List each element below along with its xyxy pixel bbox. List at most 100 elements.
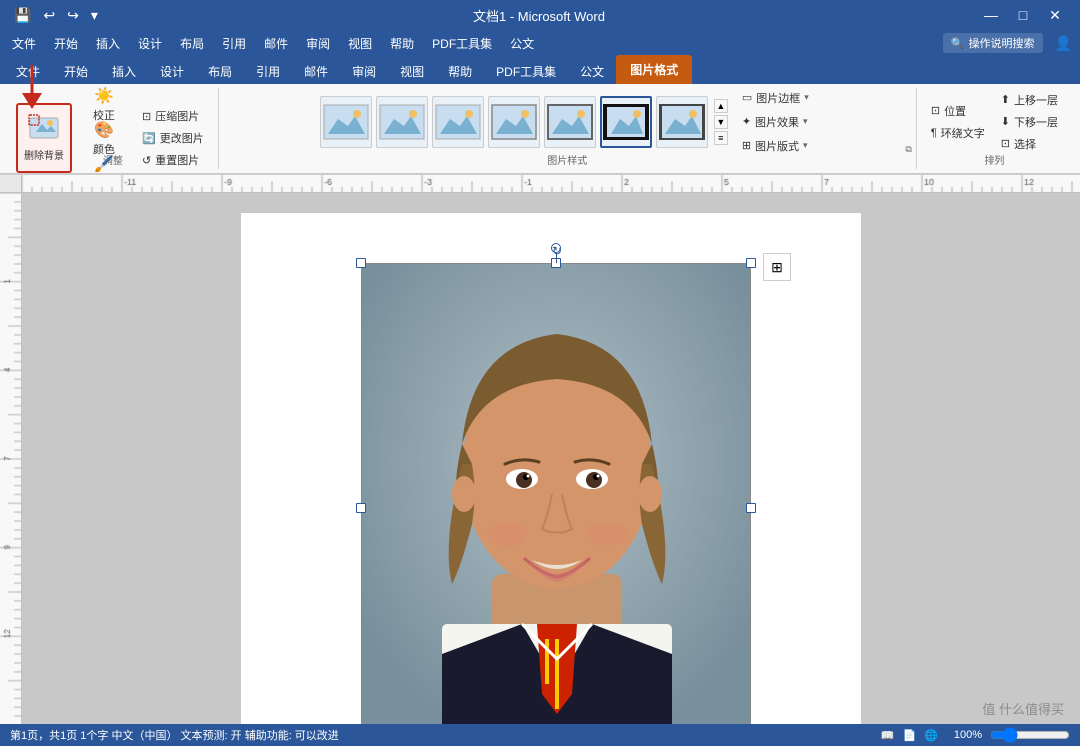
- window-controls: — □ ✕: [976, 5, 1070, 25]
- close-button[interactable]: ✕: [1040, 5, 1070, 25]
- bring-forward-button[interactable]: ⬆ 上移一层: [995, 90, 1064, 110]
- change-pic-label: 更改图片: [160, 130, 204, 146]
- layout-options-icon[interactable]: ⊞: [763, 253, 791, 281]
- menu-layout[interactable]: 布局: [172, 33, 212, 54]
- undo-button[interactable]: ↩: [39, 5, 59, 26]
- corrections-button[interactable]: ☀️ 校正: [76, 88, 132, 120]
- customize-qa-button[interactable]: ▾: [87, 5, 102, 26]
- view-reading[interactable]: 📖: [881, 729, 895, 742]
- compress-label: 压缩图片: [155, 108, 199, 124]
- menu-review[interactable]: 审阅: [298, 33, 338, 54]
- color-button[interactable]: 🎨 颜色: [76, 122, 132, 154]
- layout-icon: ⊞: [742, 139, 751, 152]
- tab-layout[interactable]: 布局: [196, 59, 244, 84]
- bring-forward-icon: ⬆: [1001, 93, 1010, 106]
- tab-picture-format[interactable]: 图片格式: [616, 55, 692, 84]
- pic-style-1[interactable]: [320, 96, 372, 148]
- picture-styles-group: ▲ ▼ ≡ ▭ 图片边框 ▾ ✦ 图片效果 ▾: [219, 88, 917, 169]
- tab-view[interactable]: 视图: [388, 59, 436, 84]
- menu-mailings[interactable]: 邮件: [256, 33, 296, 54]
- compress-picture-button[interactable]: ⊡ 压缩图片: [136, 106, 210, 126]
- position-button[interactable]: ⊡ 位置: [925, 101, 991, 121]
- main-area: ⊞ 值 什么值得买: [0, 193, 1080, 725]
- menu-insert[interactable]: 插入: [88, 33, 128, 54]
- menu-references[interactable]: 引用: [214, 33, 254, 54]
- search-placeholder: 操作说明搜索: [969, 35, 1035, 51]
- tab-official[interactable]: 公文: [568, 59, 616, 84]
- view-web[interactable]: 🌐: [924, 729, 938, 742]
- title-bar: 💾 ↩ ↪ ▾ 文档1 - Microsoft Word — □ ✕: [0, 0, 1080, 30]
- menu-pdf[interactable]: PDF工具集: [424, 33, 500, 54]
- tab-review[interactable]: 审阅: [340, 59, 388, 84]
- tab-pdf[interactable]: PDF工具集: [484, 59, 568, 84]
- tab-mailings[interactable]: 邮件: [292, 59, 340, 84]
- wrap-icon: ¶: [931, 127, 937, 139]
- style-expand[interactable]: ≡: [714, 131, 728, 145]
- window-title: 文档1 - Microsoft Word: [473, 6, 605, 25]
- style-scroll-up[interactable]: ▲: [714, 99, 728, 113]
- watermark: 值 什么值得买: [982, 699, 1064, 718]
- search-icon: 🔍: [951, 37, 965, 50]
- ribbon: 文件 开始 插入 设计 布局 引用 邮件 审阅 视图 帮助 PDF工具集 公文 …: [0, 56, 1080, 175]
- quick-access-toolbar: 💾 ↩ ↪ ▾: [10, 5, 102, 26]
- rotate-handle[interactable]: [551, 243, 561, 253]
- pic-style-dark-border[interactable]: [600, 96, 652, 148]
- menu-official[interactable]: 公文: [502, 33, 542, 54]
- tab-design[interactable]: 设计: [148, 59, 196, 84]
- adjust-small-buttons: ☀️ 校正 🎨 颜色 🖌️ 艺术效果: [76, 88, 132, 188]
- handle-middle-left[interactable]: [356, 503, 366, 513]
- picture-effects-button[interactable]: ✦ 图片效果 ▾: [736, 112, 815, 132]
- remove-bg-icon: [28, 114, 60, 149]
- menu-view[interactable]: 视图: [340, 33, 380, 54]
- pic-style-5[interactable]: [544, 96, 596, 148]
- menu-file[interactable]: 文件: [4, 33, 44, 54]
- save-button[interactable]: 💾: [10, 5, 35, 26]
- menu-design[interactable]: 设计: [130, 33, 170, 54]
- menu-home[interactable]: 开始: [46, 33, 86, 54]
- pic-style-2[interactable]: [376, 96, 428, 148]
- arrange-group-label: 排列: [917, 152, 1072, 167]
- tab-help[interactable]: 帮助: [436, 59, 484, 84]
- send-backward-button[interactable]: ⬇ 下移一层: [995, 112, 1064, 132]
- selection-label: 选择: [1014, 136, 1036, 152]
- handle-middle-right[interactable]: [746, 503, 756, 513]
- status-bar: 第1页，共1页 1个字 中文（中国） 文本预测: 开 辅助功能: 可以改进 📖 …: [0, 724, 1080, 746]
- picture-styles-expand[interactable]: ⧉: [905, 144, 911, 155]
- selection-pane-button[interactable]: ⊡ 选择: [995, 134, 1064, 154]
- zoom-level: 100%: [954, 729, 982, 741]
- selected-image[interactable]: [361, 263, 751, 725]
- picture-border-button[interactable]: ▭ 图片边框 ▾: [736, 88, 815, 108]
- change-picture-button[interactable]: 🔄 更改图片: [136, 128, 210, 148]
- style-scroll-down[interactable]: ▼: [714, 115, 728, 129]
- image-container[interactable]: ⊞: [361, 263, 751, 725]
- pic-style-dark-fill[interactable]: [656, 96, 708, 148]
- adjust-group-label: 调整: [8, 152, 218, 167]
- minimize-button[interactable]: —: [976, 5, 1006, 25]
- handle-top-right[interactable]: [746, 258, 756, 268]
- search-box[interactable]: 🔍 操作说明搜索: [943, 33, 1043, 53]
- send-backward-icon: ⬇: [1001, 115, 1010, 128]
- zoom-slider[interactable]: [990, 727, 1070, 743]
- document-page: ⊞: [241, 213, 861, 725]
- picture-styles-label: 图片样式: [219, 152, 916, 167]
- menu-help[interactable]: 帮助: [382, 33, 422, 54]
- tab-references[interactable]: 引用: [244, 59, 292, 84]
- view-print[interactable]: 📄: [902, 729, 916, 742]
- position-icon: ⊡: [931, 104, 940, 117]
- tab-insert[interactable]: 插入: [100, 59, 148, 84]
- adjust-group: 删除背景 ☀️ 校正: [8, 88, 219, 169]
- redo-button[interactable]: ↪: [63, 5, 83, 26]
- menu-bar: 文件 开始 插入 设计 布局 引用 邮件 审阅 视图 帮助 PDF工具集 公文 …: [0, 30, 1080, 56]
- tab-home[interactable]: 开始: [52, 59, 100, 84]
- wrap-text-button[interactable]: ¶ 环绕文字: [925, 123, 991, 143]
- account-icon[interactable]: 👤: [1051, 33, 1076, 54]
- compress-icon: ⊡: [142, 110, 151, 123]
- pic-style-4[interactable]: [488, 96, 540, 148]
- pic-style-3[interactable]: [432, 96, 484, 148]
- document-canvas[interactable]: ⊞ 值 什么值得买: [22, 193, 1080, 725]
- ribbon-tabs: 文件 开始 插入 设计 布局 引用 邮件 审阅 视图 帮助 PDF工具集 公文 …: [0, 56, 1080, 84]
- handle-top-left[interactable]: [356, 258, 366, 268]
- selection-icon: ⊡: [1001, 137, 1010, 150]
- wrap-label: 环绕文字: [941, 125, 985, 141]
- maximize-button[interactable]: □: [1008, 5, 1038, 25]
